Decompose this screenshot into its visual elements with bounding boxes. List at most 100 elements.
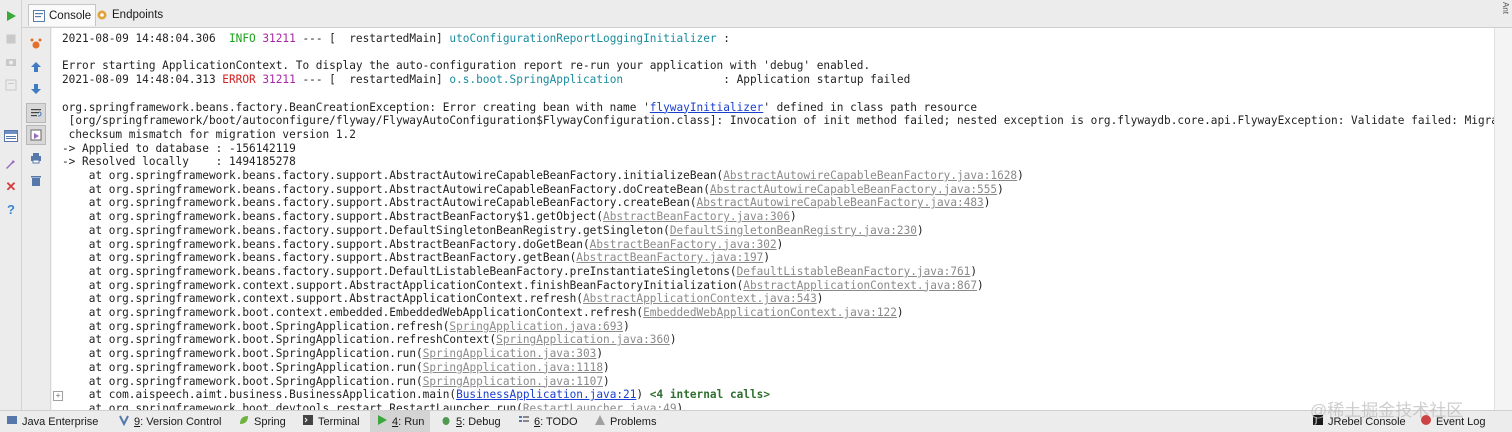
tab-console[interactable]: Console	[28, 4, 97, 26]
log-timestamp: 2021-08-09 14:48:04.313	[62, 73, 223, 87]
fold-expand-icon[interactable]: +	[53, 391, 63, 402]
watermark: @稀土掘金技术社区	[1310, 401, 1464, 420]
stack-source-link[interactable]: SpringApplication.java:303	[423, 347, 597, 360]
exception-text: ' defined in class path resource	[763, 100, 978, 114]
ant-side-label[interactable]: Ant	[1501, 2, 1510, 14]
stack-source-link[interactable]: AbstractBeanFactory.java:302	[590, 238, 777, 251]
stack-paren: )	[603, 374, 610, 388]
console-output[interactable]: 2021-08-09 14:48:04.306 INFO 31211 --- […	[52, 28, 1494, 410]
stack-source-link[interactable]: AbstractApplicationContext.java:867	[743, 279, 977, 292]
stack-method: org.springframework.context.support.Abst…	[108, 292, 583, 306]
stack-source-link[interactable]: DefaultSingletonBeanRegistry.java:230	[670, 224, 917, 237]
print-icon[interactable]	[28, 150, 44, 166]
stack-source-link[interactable]: AbstractAutowireCapableBeanFactory.java:…	[697, 196, 984, 209]
clear-icon[interactable]	[28, 173, 44, 189]
stack-frame: at org.springframework.beans.factory.sup…	[62, 169, 1024, 183]
stack-at: at	[62, 223, 109, 237]
stack-source-link[interactable]: EmbeddedWebApplicationContext.java:122	[643, 306, 897, 319]
exception-line: -> Applied to database : -156142119	[62, 142, 296, 156]
vertical-scrollbar[interactable]	[1494, 28, 1512, 410]
stack-method: org.springframework.beans.factory.suppor…	[108, 210, 604, 224]
run-toolbar: ✕ ?	[0, 0, 22, 410]
stack-frame: at org.springframework.beans.factory.sup…	[62, 224, 924, 238]
spring-button[interactable]: Spring	[238, 411, 286, 432]
java-enterprise-icon	[6, 414, 18, 429]
layout-icon[interactable]	[3, 128, 19, 144]
stack-at: at	[62, 388, 109, 402]
stack-at: at	[62, 264, 109, 278]
stack-source-link[interactable]: SpringApplication.java:693	[449, 320, 623, 333]
bean-name-link[interactable]: flywayInitializer	[650, 101, 764, 114]
stack-method: org.springframework.boot.context.embedde…	[108, 306, 644, 319]
stack-method: com.aispeech.aimt.business.BusinessAppli…	[108, 388, 457, 402]
help-icon[interactable]: ?	[3, 202, 19, 218]
stack-paren: )	[970, 264, 978, 278]
exception-line: checksum mismatch for migration version …	[62, 128, 356, 142]
scroll-to-end-icon[interactable]	[26, 125, 46, 145]
pin-icon[interactable]	[3, 156, 19, 172]
run-icon[interactable]	[3, 8, 19, 24]
stop-icon[interactable]	[3, 31, 19, 47]
camera-icon[interactable]	[3, 54, 19, 70]
stack-source-link[interactable]: BusinessApplication.java:21	[456, 388, 636, 401]
stack-paren: )	[896, 306, 904, 319]
stack-source-link[interactable]: AbstractBeanFactory.java:306	[603, 210, 790, 223]
stack-at: at	[62, 196, 109, 210]
stack-source-link[interactable]: SpringApplication.java:1118	[423, 361, 603, 374]
stack-at: at	[62, 237, 109, 251]
stack-paren: )	[669, 333, 677, 347]
stack-at: at	[62, 319, 109, 333]
stack-method: org.springframework.beans.factory.suppor…	[108, 251, 577, 265]
version-control-label: : Version Control	[140, 415, 222, 428]
stack-at: at	[62, 333, 109, 347]
close-icon[interactable]: ✕	[3, 179, 19, 195]
stack-frame: at org.springframework.boot.SpringApplic…	[62, 320, 630, 334]
run-tool-button[interactable]: 4: Run	[370, 411, 431, 432]
stack-at: at	[62, 374, 109, 388]
stack-at: at	[62, 169, 109, 182]
down-arrow-icon[interactable]	[28, 81, 44, 97]
stack-source-link[interactable]: RestartLauncher.java:49	[523, 402, 677, 410]
debug-button[interactable]: 5: Debug	[440, 411, 501, 432]
version-control-icon	[118, 414, 130, 429]
stack-source-link[interactable]: AbstractAutowireCapableBeanFactory.java:…	[723, 169, 1017, 182]
todo-button[interactable]: 6: TODO	[518, 411, 578, 432]
stack-source-link[interactable]: AbstractApplicationContext.java:543	[583, 292, 817, 305]
stack-source-link[interactable]: SpringApplication.java:1107	[423, 375, 603, 388]
version-control-button[interactable]: 9: Version Control	[118, 411, 221, 432]
internal-calls-toggle[interactable]: <4 internal calls>	[650, 388, 770, 401]
run-tool-label: : Run	[398, 415, 425, 428]
rerun-icon[interactable]	[28, 36, 44, 52]
stack-source-link[interactable]: SpringApplication.java:360	[496, 333, 670, 346]
stack-frame: at org.springframework.boot.context.embe…	[62, 306, 904, 320]
soft-wrap-icon[interactable]	[26, 103, 46, 123]
stack-at: at	[62, 278, 109, 292]
stack-source-link[interactable]: AbstractAutowireCapableBeanFactory.java:…	[710, 183, 997, 196]
stack-paren: )	[1017, 169, 1024, 182]
stack-at: at	[62, 210, 109, 224]
stack-paren: )	[603, 360, 610, 374]
log-level: INFO	[222, 32, 263, 45]
stack-source-link[interactable]: AbstractBeanFactory.java:197	[576, 251, 763, 264]
up-arrow-icon[interactable]	[28, 59, 44, 75]
stack-paren: )	[776, 237, 784, 251]
exception-text: checksum mismatch for migration version …	[62, 127, 356, 141]
log-thread: --- [ restartedMain]	[295, 32, 450, 45]
tab-endpoints[interactable]: Endpoints	[92, 4, 167, 26]
terminal-icon	[302, 414, 314, 429]
tab-endpoints-label: Endpoints	[112, 9, 164, 21]
stack-source-link[interactable]: DefaultListableBeanFactory.java:761	[737, 265, 971, 278]
log-line: 2021-08-09 14:48:04.313 ERROR 31211 --- …	[62, 73, 910, 87]
stack-paren: )	[790, 210, 797, 224]
log-logger: utoConfigurationReportLoggingInitializer	[449, 32, 717, 45]
history-icon[interactable]	[3, 77, 19, 93]
stack-frame: at org.springframework.beans.factory.sup…	[62, 196, 991, 210]
stack-frame: at org.springframework.context.support.A…	[62, 279, 984, 293]
terminal-button[interactable]: Terminal	[302, 411, 360, 432]
java-enterprise-button[interactable]: Java Enterprise	[6, 411, 98, 432]
stack-frame: at org.springframework.boot.SpringApplic…	[62, 375, 610, 389]
stack-frame: at org.springframework.beans.factory.sup…	[62, 265, 977, 279]
stack-frame: at org.springframework.boot.devtools.res…	[62, 402, 683, 410]
problems-button[interactable]: Problems	[594, 411, 656, 432]
stack-space	[643, 388, 650, 401]
